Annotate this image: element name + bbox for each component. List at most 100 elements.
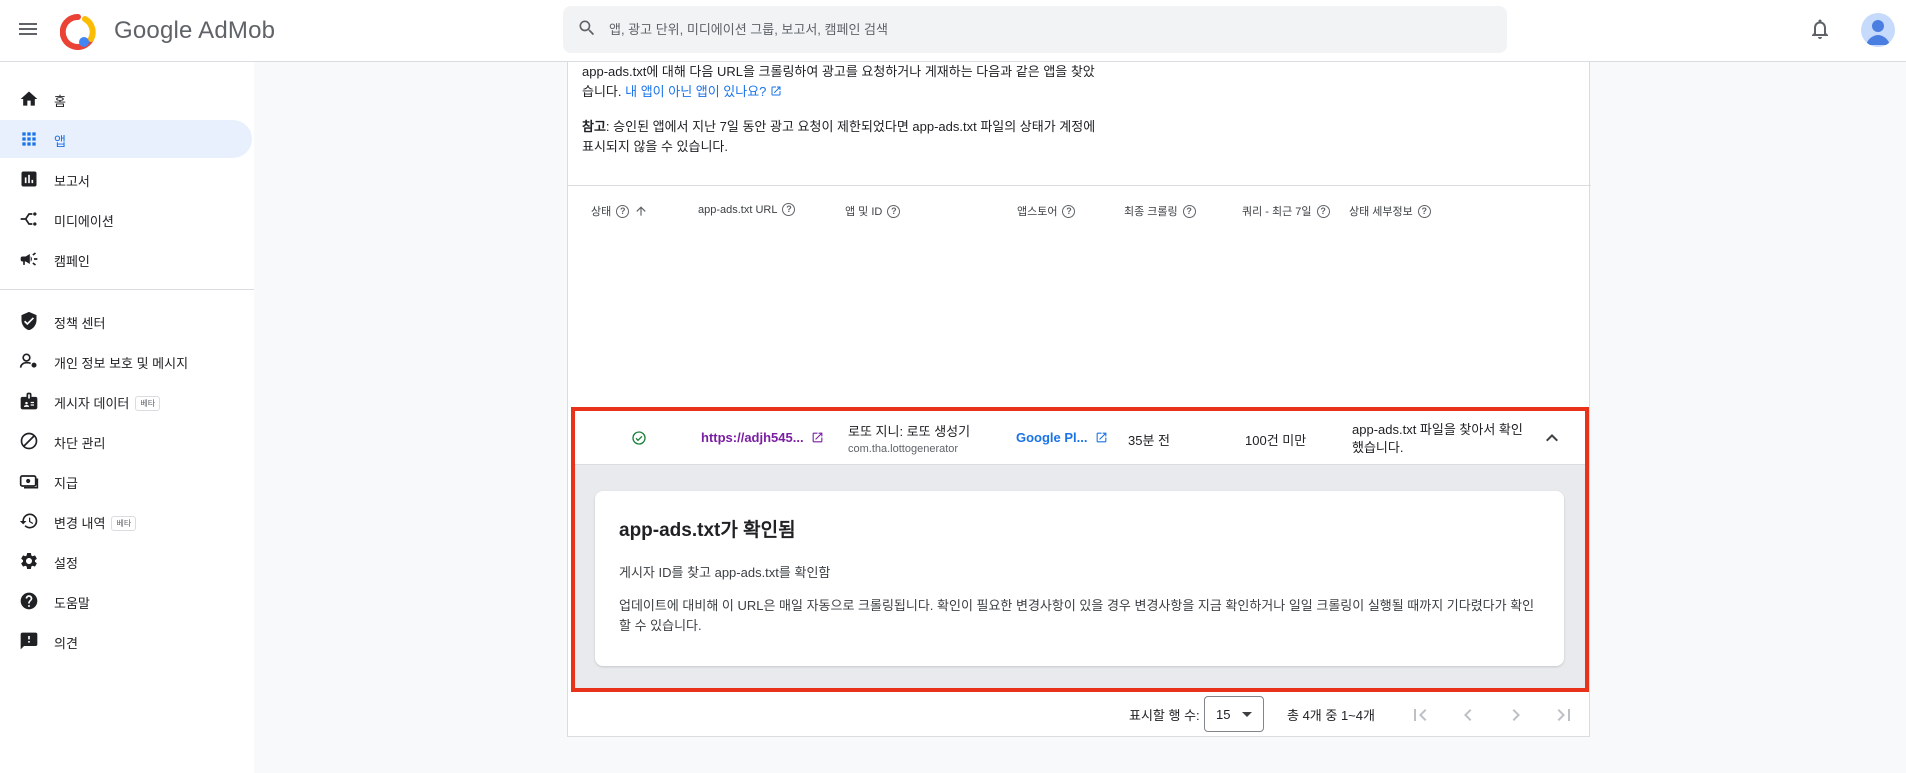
sort-arrow-up-icon[interactable] — [634, 204, 648, 218]
sidebar-item-publisher-data[interactable]: 게시자 데이터 베타 — [0, 382, 252, 420]
sidebar-item-privacy-messaging[interactable]: 개인 정보 보호 및 메시지 — [0, 342, 252, 380]
beta-badge: 베타 — [135, 396, 161, 411]
mediation-icon — [20, 212, 37, 226]
search-icon — [579, 20, 595, 36]
feedback-icon — [20, 632, 38, 650]
intro-text: app-ads.txt에 대해 다음 URL을 크롤링하여 광고를 요청하거나 … — [582, 64, 1095, 99]
not-my-app-link[interactable]: 내 앱이 아닌 앱이 있나요? — [625, 84, 782, 99]
top-app-bar: Google AdMob — [0, 0, 1906, 62]
sidebar-item-label: 설정 — [54, 556, 78, 571]
detail-title: app-ads.txt가 확인됨 — [619, 520, 796, 541]
brand-name: Google AdMob — [114, 17, 276, 44]
detail-panel: app-ads.txt가 확인됨 게시자 ID를 찾고 app-ads.txt를… — [595, 491, 1564, 666]
sidebar-item-settings[interactable]: 설정 — [0, 542, 252, 580]
sidebar-item-help[interactable]: 도움말 — [0, 582, 252, 620]
sidebar-item-label: 지급 — [54, 476, 78, 491]
menu-icon[interactable] — [16, 17, 40, 41]
history-icon — [19, 513, 38, 529]
payments-icon — [19, 475, 39, 489]
avatar[interactable] — [1861, 13, 1895, 47]
sidebar-item-label: 의견 — [54, 636, 78, 651]
sidebar-item-label: 도움말 — [54, 596, 90, 611]
sidebar-item-mediation[interactable]: 미디에이션 — [0, 200, 252, 238]
help-icon[interactable]: ? — [887, 204, 901, 218]
admob-logo-icon — [59, 13, 96, 50]
rows-per-page-select[interactable]: 15 — [1204, 696, 1264, 732]
column-header-status-details[interactable]: 상태 세부정보? — [1349, 203, 1431, 219]
rows-per-page-label: 표시할 행 수: — [1129, 708, 1200, 723]
notifications-bell-icon[interactable] — [1808, 17, 1832, 46]
block-icon — [20, 432, 38, 450]
app-ads-url-link[interactable]: https://adjh545... — [701, 430, 824, 445]
column-header-url[interactable]: app-ads.txt URL? — [698, 203, 796, 216]
sidebar-item-label: 변경 내역 베타 — [54, 513, 137, 532]
person-settings-icon — [19, 353, 37, 368]
queries-cell: 100건 미만 — [1245, 433, 1307, 448]
sidebar-item-label: 개인 정보 보호 및 메시지 — [54, 356, 189, 371]
sidebar-item-label: 차단 관리 — [54, 436, 106, 451]
sidebar-item-label: 홈 — [54, 94, 66, 109]
previous-page-icon[interactable] — [1456, 703, 1480, 727]
help-icon[interactable]: ? — [1182, 204, 1196, 218]
sidebar-item-label: 미디에이션 — [54, 214, 114, 229]
help-icon[interactable]: ? — [1417, 204, 1431, 218]
megaphone-icon — [20, 252, 38, 266]
sidebar-item-payments[interactable]: 지급 — [0, 462, 252, 500]
gear-icon — [21, 553, 37, 569]
next-page-icon[interactable] — [1504, 703, 1528, 727]
sidebar-item-label: 게시자 데이터 베타 — [54, 393, 161, 412]
sidebar-item-feedback[interactable]: 의견 — [0, 622, 252, 660]
help-icon[interactable]: ? — [782, 203, 796, 216]
table-row[interactable]: https://adjh545... 로또 지니: 로또 생성기 com.tha… — [575, 411, 1585, 465]
detail-line-1: 게시자 ID를 찾고 app-ads.txt를 확인함 — [619, 565, 831, 580]
status-detail-cell: app-ads.txt 파일을 찾아서 확인 했습니다. — [1352, 422, 1523, 455]
search-bar[interactable] — [563, 6, 1507, 53]
help-icon — [20, 592, 38, 610]
note-text: 참고: 승인된 앱에서 지난 7일 동안 광고 요청이 제한되었다면 app-a… — [582, 119, 1096, 154]
chevron-up-icon[interactable] — [1540, 426, 1564, 450]
bar-chart-icon — [21, 171, 37, 187]
sidebar-divider — [0, 289, 254, 290]
last-crawled-cell: 35분 전 — [1128, 433, 1170, 448]
highlighted-row-region: https://adjh545... 로또 지니: 로또 생성기 com.tha… — [571, 407, 1589, 692]
home-icon — [20, 91, 38, 106]
page-range-text: 총 4개 중 1~4개 — [1287, 708, 1375, 723]
external-link-icon — [812, 432, 823, 443]
app-name-cell: 로또 지니: 로또 생성기 com.tha.lottogenerator — [848, 424, 971, 455]
sidebar-item-label: 보고서 — [54, 174, 90, 189]
app-store-link[interactable]: Google Pl... — [1016, 430, 1108, 445]
sidebar: 홈 앱 보고서 미디에이션 캠페인 정책 센터 개인 정보 보호 및 메시지 게… — [0, 62, 254, 773]
column-header-status[interactable]: 상태? — [591, 203, 648, 219]
sidebar-item-policy-center[interactable]: 정책 센터 — [0, 302, 252, 340]
first-page-icon[interactable] — [1408, 703, 1432, 727]
badge-icon — [20, 392, 38, 410]
help-icon[interactable]: ? — [1062, 204, 1076, 218]
external-link-icon — [771, 86, 781, 96]
external-link-icon — [1096, 432, 1107, 443]
column-header-queries[interactable]: 쿼리 - 최근 7일? — [1242, 203, 1330, 219]
sidebar-item-label: 앱 — [54, 134, 66, 149]
sidebar-item-label: 캠페인 — [54, 254, 90, 269]
search-input[interactable] — [607, 6, 1487, 53]
sidebar-item-label: 정책 센터 — [54, 316, 106, 331]
column-header-last-crawled[interactable]: 최종 크롤링? — [1124, 203, 1196, 219]
sidebar-item-blocking-controls[interactable]: 차단 관리 — [0, 422, 252, 460]
column-header-app-store[interactable]: 앱스토어? — [1017, 203, 1076, 219]
apps-grid-icon — [22, 132, 36, 146]
help-icon[interactable]: ? — [1316, 204, 1330, 218]
sidebar-item-home[interactable]: 홈 — [0, 80, 252, 118]
column-header-app-id[interactable]: 앱 및 ID? — [845, 203, 901, 219]
check-circle-icon — [632, 431, 646, 445]
sidebar-item-reports[interactable]: 보고서 — [0, 160, 252, 198]
app-id: com.tha.lottogenerator — [848, 443, 959, 455]
sidebar-item-campaigns[interactable]: 캠페인 — [0, 240, 252, 278]
sidebar-item-change-history[interactable]: 변경 내역 베타 — [0, 502, 252, 540]
beta-badge: 베타 — [111, 516, 137, 531]
last-page-icon[interactable] — [1552, 703, 1576, 727]
chevron-down-icon — [1242, 712, 1252, 717]
detail-line-2: 업데이트에 대비해 이 URL은 매일 자동으로 크롤링됩니다. 확인이 필요한… — [619, 598, 1535, 633]
sidebar-item-apps[interactable]: 앱 — [0, 120, 252, 158]
help-icon[interactable]: ? — [616, 204, 630, 218]
table-divider — [568, 185, 1591, 186]
shield-icon — [21, 311, 37, 331]
